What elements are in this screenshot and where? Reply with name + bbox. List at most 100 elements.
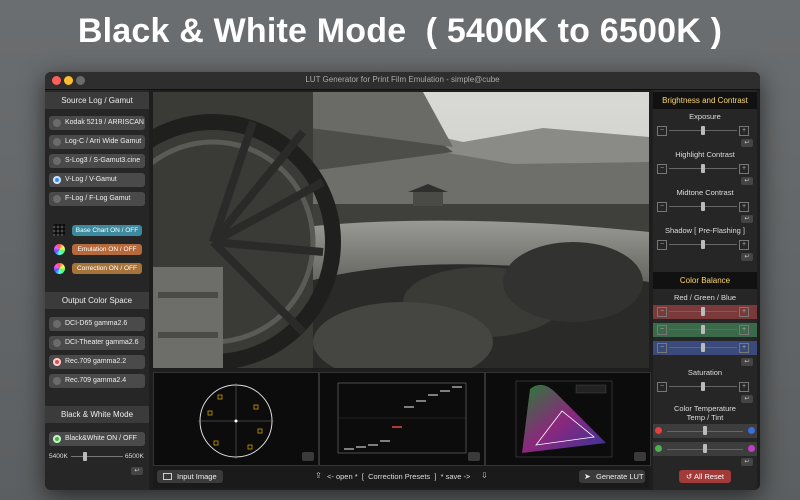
minus-icon[interactable]: −: [657, 126, 667, 136]
correction-presets-label[interactable]: <- open * [ Correction Presets ] * save …: [327, 472, 470, 481]
plus-icon[interactable]: +: [739, 343, 749, 353]
emulation-toggle[interactable]: Emulation ON / OFF: [72, 244, 142, 255]
radio-icon: [53, 339, 61, 347]
source-option[interactable]: F-Log / F-Log Gamut: [49, 192, 145, 206]
green-slider[interactable]: − +: [657, 325, 749, 335]
minus-icon[interactable]: −: [657, 382, 667, 392]
slider-knob[interactable]: [703, 444, 707, 453]
shadow-label: Shadow [ Pre-Flashing ]: [664, 226, 746, 235]
plus-icon[interactable]: +: [739, 307, 749, 317]
slider-knob[interactable]: [701, 307, 705, 316]
output-option[interactable]: DCI-Theater gamma2.6: [49, 336, 145, 350]
output-option[interactable]: Rec.709 gamma2.4: [49, 374, 145, 388]
output-option-label: Rec.709 gamma2.4: [65, 377, 127, 384]
waveform-panel: [319, 372, 485, 466]
app-window: LUT Generator for Print Film Emulation -…: [45, 72, 760, 490]
output-option-label: DCI-D65 gamma2.6: [65, 320, 128, 327]
minus-icon[interactable]: −: [657, 307, 667, 317]
minus-icon[interactable]: −: [657, 202, 667, 212]
shadow-slider[interactable]: − +: [657, 240, 749, 250]
minus-icon[interactable]: −: [657, 343, 667, 353]
color-balance-title: Color Balance: [653, 272, 757, 289]
radio-icon: [53, 320, 61, 328]
save-icon[interactable]: ⇩: [481, 471, 488, 480]
plus-icon[interactable]: +: [739, 202, 749, 212]
window-title: LUT Generator for Print Film Emulation -…: [305, 75, 500, 84]
reset-icon[interactable]: ↩: [741, 358, 753, 366]
temperature-track-row[interactable]: [653, 424, 757, 438]
image-icon: [163, 473, 172, 480]
plus-icon[interactable]: +: [739, 240, 749, 250]
midtone-contrast-slider[interactable]: − +: [657, 202, 749, 212]
slider-knob[interactable]: [703, 426, 707, 435]
saturation-slider[interactable]: − +: [657, 382, 749, 392]
output-option-label: DCI-Theater gamma2.6: [65, 339, 139, 346]
source-option-label: F-Log / F-Log Gamut: [65, 195, 131, 202]
generate-lut-label: Generate LUT: [596, 472, 644, 481]
generate-lut-button[interactable]: ➤ Generate LUT: [579, 470, 645, 483]
plus-icon[interactable]: +: [739, 164, 749, 174]
source-option[interactable]: Kodak 5219 / ARRISCAN: [49, 116, 145, 130]
input-image-button[interactable]: Input Image: [157, 470, 223, 483]
reset-icon[interactable]: ↩: [741, 395, 753, 403]
source-option[interactable]: S-Log3 / S-Gamut3.cine: [49, 154, 145, 168]
slider-knob[interactable]: [701, 240, 705, 249]
reset-icon[interactable]: ↩: [741, 458, 753, 466]
source-option-label: Log-C / Arri Wide Gamut: [65, 138, 142, 145]
plus-icon[interactable]: +: [739, 126, 749, 136]
slider-knob[interactable]: [701, 343, 705, 352]
output-option[interactable]: Rec.709 gamma2.2: [49, 355, 145, 369]
bw-toggle[interactable]: Black&White ON / OFF: [49, 432, 145, 446]
plus-icon[interactable]: +: [739, 325, 749, 335]
brightness-contrast-title: Brightness and Contrast: [653, 92, 757, 109]
open-icon[interactable]: ⇪: [315, 471, 322, 480]
reset-icon[interactable]: ↩: [131, 467, 143, 475]
source-option[interactable]: V-Log / V-Gamut: [49, 173, 145, 187]
slider-knob[interactable]: [83, 452, 87, 461]
red-slider[interactable]: − +: [657, 307, 749, 317]
slider-knob[interactable]: [701, 325, 705, 334]
vectorscope-panel: [153, 372, 319, 466]
expand-icon[interactable]: [468, 452, 480, 461]
reset-icon[interactable]: ↩: [741, 253, 753, 261]
slider-knob[interactable]: [701, 382, 705, 391]
source-option[interactable]: Log-C / Arri Wide Gamut: [49, 135, 145, 149]
reset-icon[interactable]: ↩: [741, 215, 753, 223]
base-chart-toggle[interactable]: Base Chart ON / OFF: [72, 225, 142, 236]
tint-track-row[interactable]: [653, 442, 757, 456]
input-image-label: Input Image: [177, 472, 217, 481]
plus-icon[interactable]: +: [739, 382, 749, 392]
slider-knob[interactable]: [701, 202, 705, 211]
expand-icon[interactable]: [302, 452, 314, 461]
title-bar: LUT Generator for Print Film Emulation -…: [45, 72, 760, 90]
reset-icon[interactable]: ↩: [741, 177, 753, 185]
slider-knob[interactable]: [701, 164, 705, 173]
blue-slider[interactable]: − +: [657, 343, 749, 353]
red-dot-icon: [655, 427, 662, 434]
output-option[interactable]: DCI-D65 gamma2.6: [49, 317, 145, 331]
blue-track-row[interactable]: − +: [653, 341, 757, 355]
bw-section-title: Black & White Mode: [45, 406, 149, 423]
slider-knob[interactable]: [701, 126, 705, 135]
minus-icon[interactable]: −: [657, 240, 667, 250]
radio-selected-icon: [53, 176, 61, 184]
expand-icon[interactable]: [634, 452, 646, 461]
correction-toggle[interactable]: Correction ON / OFF: [72, 263, 142, 274]
radio-icon: [53, 119, 61, 127]
highlight-contrast-slider[interactable]: − +: [657, 164, 749, 174]
source-option-label: Kodak 5219 / ARRISCAN: [65, 119, 144, 126]
minus-icon[interactable]: −: [657, 325, 667, 335]
radio-icon: [53, 157, 61, 165]
red-track-row[interactable]: − +: [653, 305, 757, 319]
exposure-slider[interactable]: − +: [657, 126, 749, 136]
source-option-label: S-Log3 / S-Gamut3.cine: [65, 157, 141, 164]
bw-temperature-slider[interactable]: [71, 452, 123, 461]
cie-gamut-diagram: [515, 380, 613, 458]
minus-icon[interactable]: −: [657, 164, 667, 174]
all-reset-button[interactable]: ↺ All Reset: [679, 470, 731, 483]
green-track-row[interactable]: − +: [653, 323, 757, 337]
waveform-graph: [337, 382, 467, 454]
bw-max-label: 6500K: [125, 453, 144, 460]
rgb-label: Red / Green / Blue: [673, 293, 737, 302]
reset-icon[interactable]: ↩: [741, 139, 753, 147]
